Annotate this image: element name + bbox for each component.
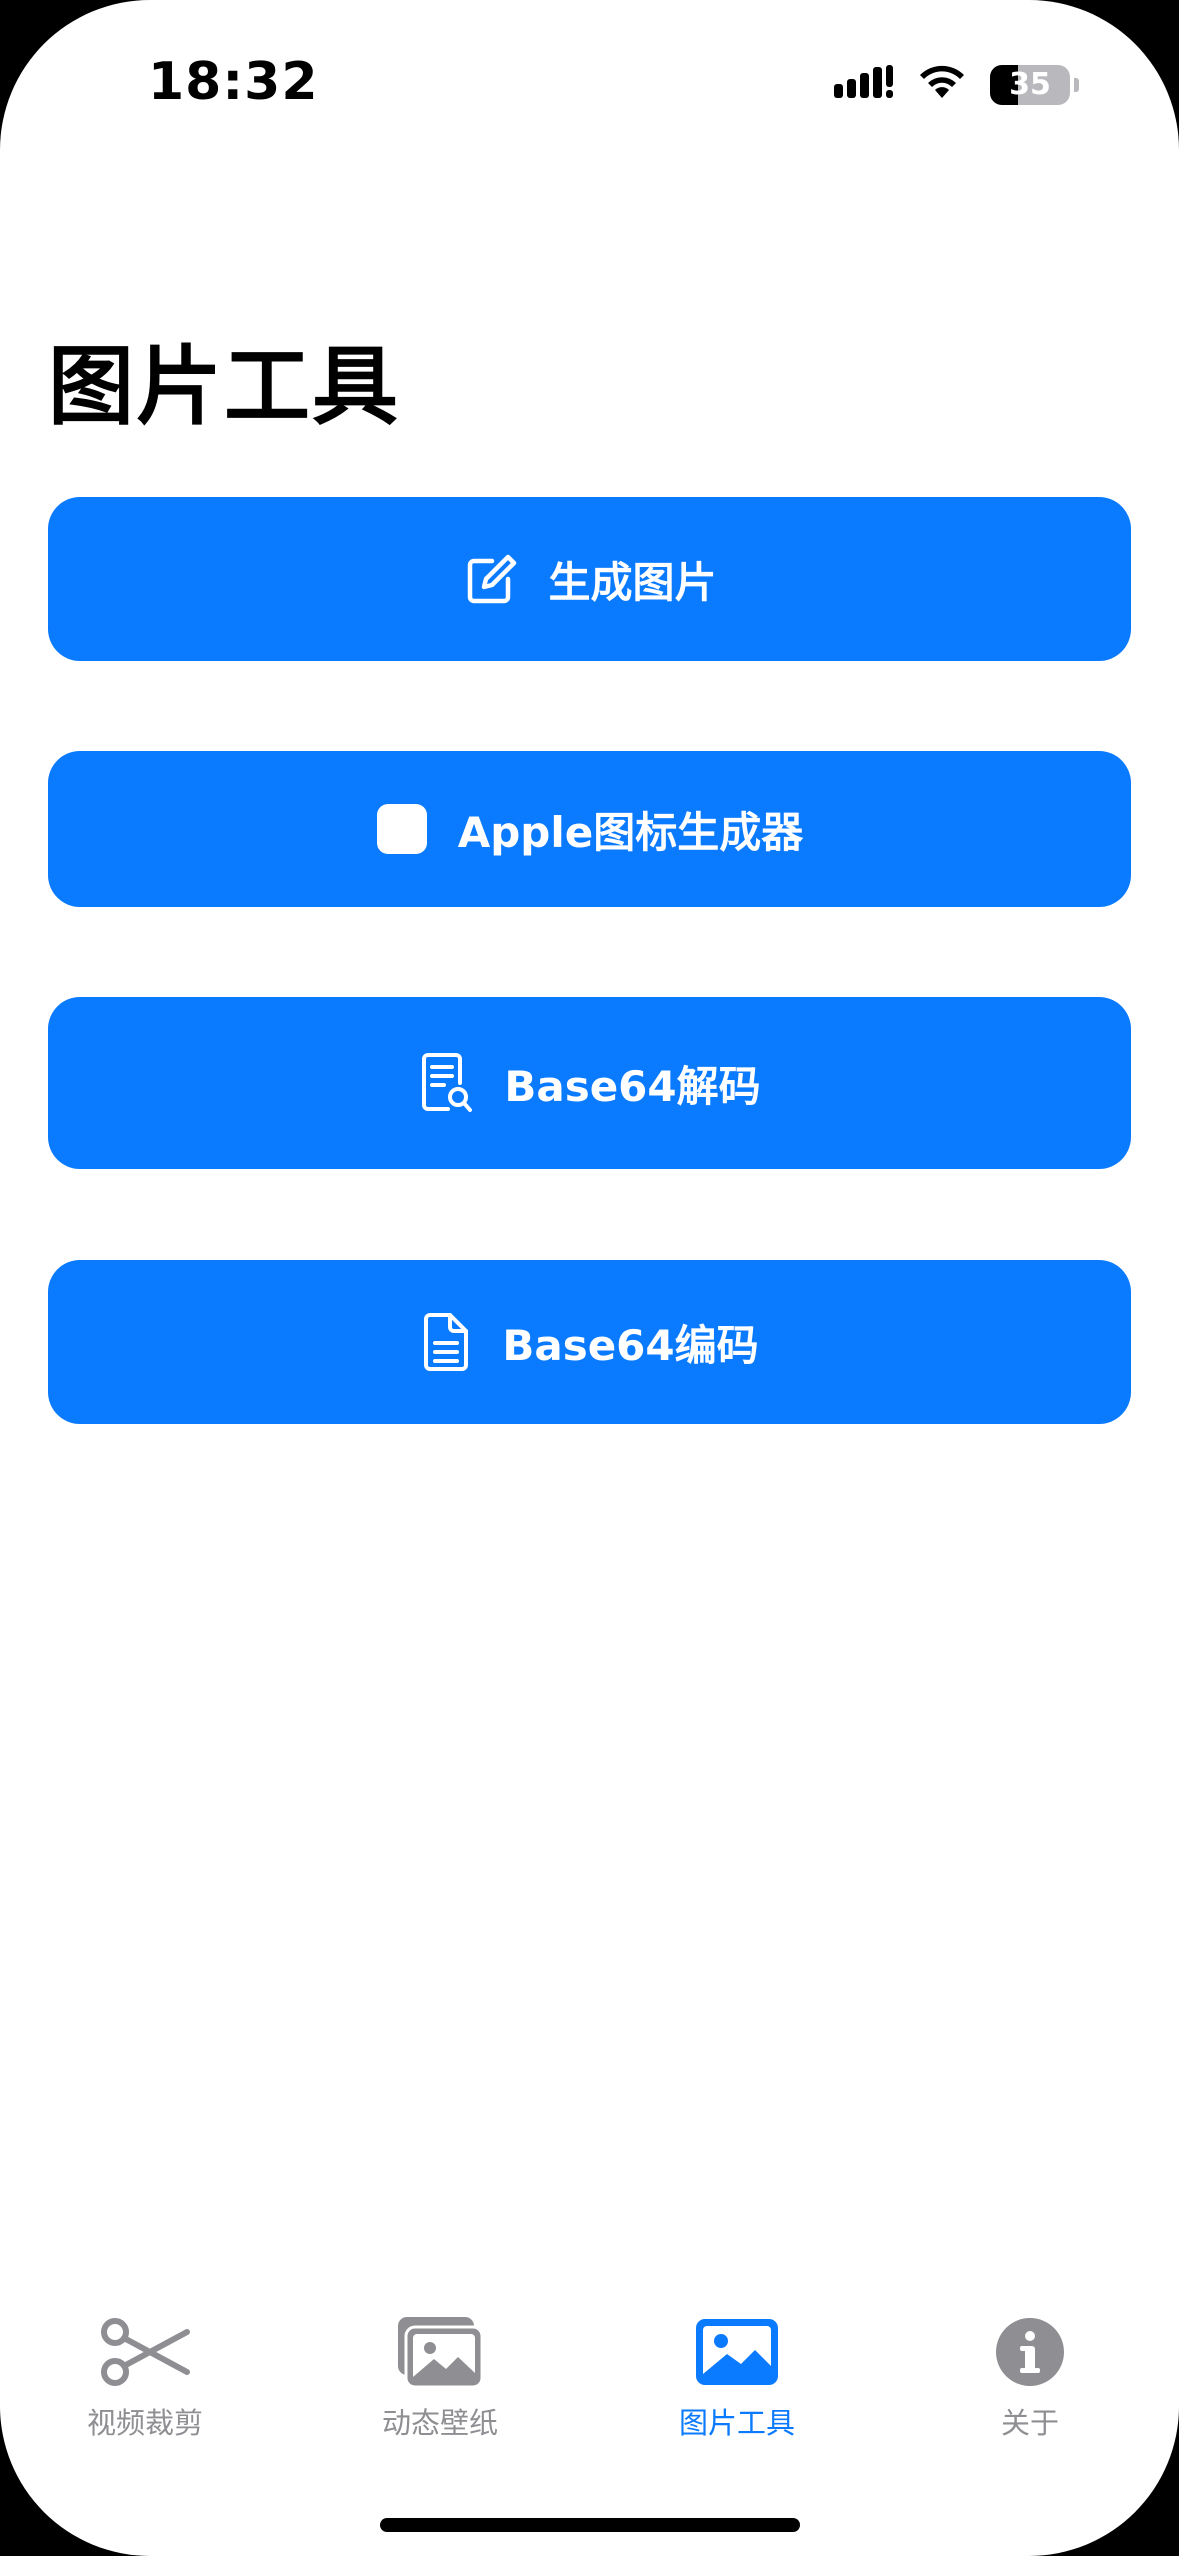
home-indicator[interactable] [380,2518,800,2532]
generate-image-button[interactable]: 生成图片 [48,497,1131,661]
tab-live-wallpaper-label: 动态壁纸 [381,2406,498,2440]
square-pencil-icon [462,551,518,607]
tab-about[interactable]: 关于 [930,2310,1130,2442]
photo-stack-icon [396,2310,484,2394]
battery-icon: 35 [990,64,1070,105]
apple-icon-generator-button[interactable]: Apple图标生成器 [48,751,1131,907]
app-square-icon [376,803,428,855]
battery-level: 35 [1009,67,1051,102]
status-time: 18:32 [148,52,319,112]
info-circle-icon [994,2310,1066,2394]
tab-video-crop[interactable]: 视频裁剪 [45,2310,245,2442]
cellular-signal-icon [834,62,894,107]
base64-encode-button[interactable]: Base64编码 [48,1260,1131,1424]
document-search-icon [418,1051,474,1115]
app-screen: 18:32 35 图片工具 生成图片 Apple图标生成器 Base64解码 B… [0,0,1179,2556]
generate-image-label: 生成图片 [548,557,717,607]
base64-encode-label: Base64编码 [502,1320,759,1370]
base64-decode-label: Base64解码 [504,1061,761,1111]
battery-cap [1074,77,1079,92]
scissors-icon [99,2310,191,2394]
tab-bar: 视频裁剪 动态壁纸 图片工具 关于 [0,2310,1179,2460]
photo-icon [695,2310,779,2394]
tab-about-label: 关于 [1000,2406,1059,2440]
tab-video-crop-label: 视频裁剪 [86,2406,203,2440]
status-icons: 35 [834,62,1079,107]
tab-image-tools-label: 图片工具 [678,2406,795,2440]
base64-decode-button[interactable]: Base64解码 [48,997,1131,1169]
page-title: 图片工具 [48,337,400,437]
tab-live-wallpaper[interactable]: 动态壁纸 [340,2310,540,2442]
tab-image-tools[interactable]: 图片工具 [637,2310,837,2442]
document-text-icon [420,1311,472,1373]
wifi-icon [916,62,968,107]
apple-icon-generator-label: Apple图标生成器 [457,807,804,857]
